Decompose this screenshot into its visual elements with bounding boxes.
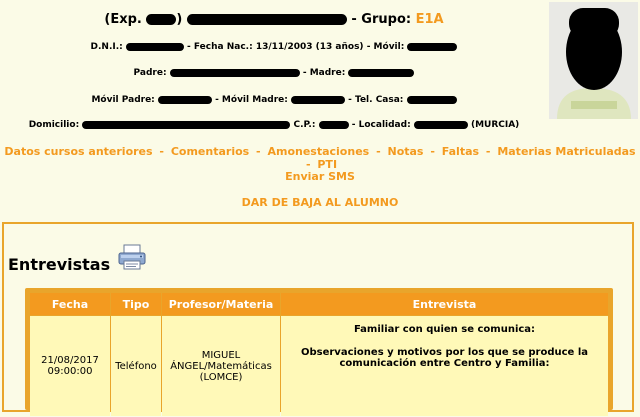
- domicilio-label: Domicilio:: [28, 120, 80, 130]
- header-entrevista: Entrevista: [281, 293, 608, 315]
- link-enviar-sms[interactable]: Enviar SMS: [285, 170, 355, 183]
- link-amonestaciones[interactable]: Amonestaciones: [267, 145, 369, 158]
- section-title: Entrevistas: [8, 255, 111, 274]
- table-header-row: Fecha Tipo Profesor/Materia Entrevista: [30, 293, 608, 315]
- exp-prefix: (Exp.: [104, 12, 142, 27]
- grupo-value: E1A: [415, 12, 444, 27]
- dni-line: D.N.I.: - Fecha Nac.: 13/11/2003 (13 año…: [0, 42, 548, 52]
- tel-casa-label: - Tel. Casa:: [348, 95, 404, 105]
- redacted-domicilio: [82, 120, 291, 129]
- parents-line: Padre: - Madre:: [0, 68, 548, 78]
- fecha-date: 21/08/2017: [41, 355, 99, 366]
- header-tipo: Tipo: [111, 293, 161, 315]
- table-row: 21/08/2017 09:00:00 Teléfono MIGUEL ÁNGE…: [30, 316, 608, 416]
- cell-fecha: 21/08/2017 09:00:00: [30, 316, 110, 416]
- dar-de-baja-row: DAR DE BAJA AL ALUMNO: [0, 196, 640, 209]
- link-datos-cursos-anteriores[interactable]: Datos cursos anteriores: [4, 145, 152, 158]
- link-dar-de-baja[interactable]: DAR DE BAJA AL ALUMNO: [242, 196, 399, 209]
- printer-icon[interactable]: [117, 244, 147, 270]
- address-line: Domicilio: C.P.: - Localidad: (MURCIA): [0, 120, 548, 130]
- grupo-label: - Grupo:: [351, 12, 412, 27]
- redacted-localidad: [413, 120, 468, 129]
- phones-line: Móvil Padre: - Móvil Madre: - Tel. Casa:: [0, 95, 548, 105]
- redacted-movil-madre: [291, 95, 345, 104]
- entrevistas-table: Fecha Tipo Profesor/Materia Entrevista 2…: [29, 292, 609, 417]
- movil-madre-label: - Móvil Madre:: [215, 95, 288, 105]
- link-faltas[interactable]: Faltas: [442, 145, 479, 158]
- student-nav-links: Datos cursos anteriores - Comentarios - …: [4, 145, 636, 171]
- enviar-sms-row: Enviar SMS: [0, 170, 640, 183]
- redacted-student-name: [186, 14, 347, 25]
- padre-label: Padre:: [133, 68, 167, 78]
- student-title: (Exp. ) - Grupo: E1A: [0, 12, 548, 27]
- fecha-nac-label: - Fecha Nac.:: [187, 42, 253, 52]
- header-fecha: Fecha: [30, 293, 110, 315]
- exp-close: ): [176, 12, 183, 27]
- redacted-dni: [125, 42, 184, 51]
- cell-entrevista: Familiar con quien se comunica: Observac…: [281, 316, 608, 416]
- cell-profesor-materia: MIGUEL ÁNGEL/Matemáticas (LOMCE): [162, 316, 280, 416]
- link-comentarios[interactable]: Comentarios: [171, 145, 249, 158]
- madre-label: - Madre:: [302, 68, 346, 78]
- redacted-padre: [169, 68, 300, 77]
- cell-tipo: Teléfono: [111, 316, 161, 416]
- fecha-time: 09:00:00: [47, 366, 93, 377]
- link-notas[interactable]: Notas: [387, 145, 423, 158]
- entrevista-familiar: Familiar con quien se comunica:: [353, 324, 536, 335]
- redacted-cp: [318, 120, 349, 129]
- link-materias-matriculadas[interactable]: Materias Matriculadas: [497, 145, 635, 158]
- dni-label: D.N.I.:: [90, 42, 123, 52]
- profesor-line-3: (LOMCE): [199, 371, 243, 383]
- entrevista-observaciones: Observaciones y motivos por los que se p…: [300, 347, 588, 369]
- redacted-movil-padre: [157, 95, 212, 104]
- student-photo: [549, 2, 638, 119]
- redacted-exp-number: [146, 14, 177, 25]
- redacted-tel-casa: [406, 95, 457, 104]
- movil-padre-label: Móvil Padre:: [91, 95, 155, 105]
- cp-label: C.P.:: [293, 120, 316, 130]
- profesor-line-2: ÁNGEL/Matemáticas: [170, 360, 272, 372]
- localidad-label: - Localidad:: [351, 120, 411, 130]
- localidad-suffix: (MURCIA): [470, 120, 520, 130]
- movil-label: - Móvil:: [366, 42, 405, 52]
- redacted-madre: [348, 68, 415, 77]
- header-profesor-materia: Profesor/Materia: [162, 293, 280, 315]
- entrevistas-table-frame: Fecha Tipo Profesor/Materia Entrevista 2…: [25, 288, 613, 416]
- redacted-movil: [407, 42, 458, 51]
- profesor-line-1: MIGUEL: [201, 349, 241, 361]
- fecha-nac-value: 13/11/2003 (13 años): [255, 42, 364, 52]
